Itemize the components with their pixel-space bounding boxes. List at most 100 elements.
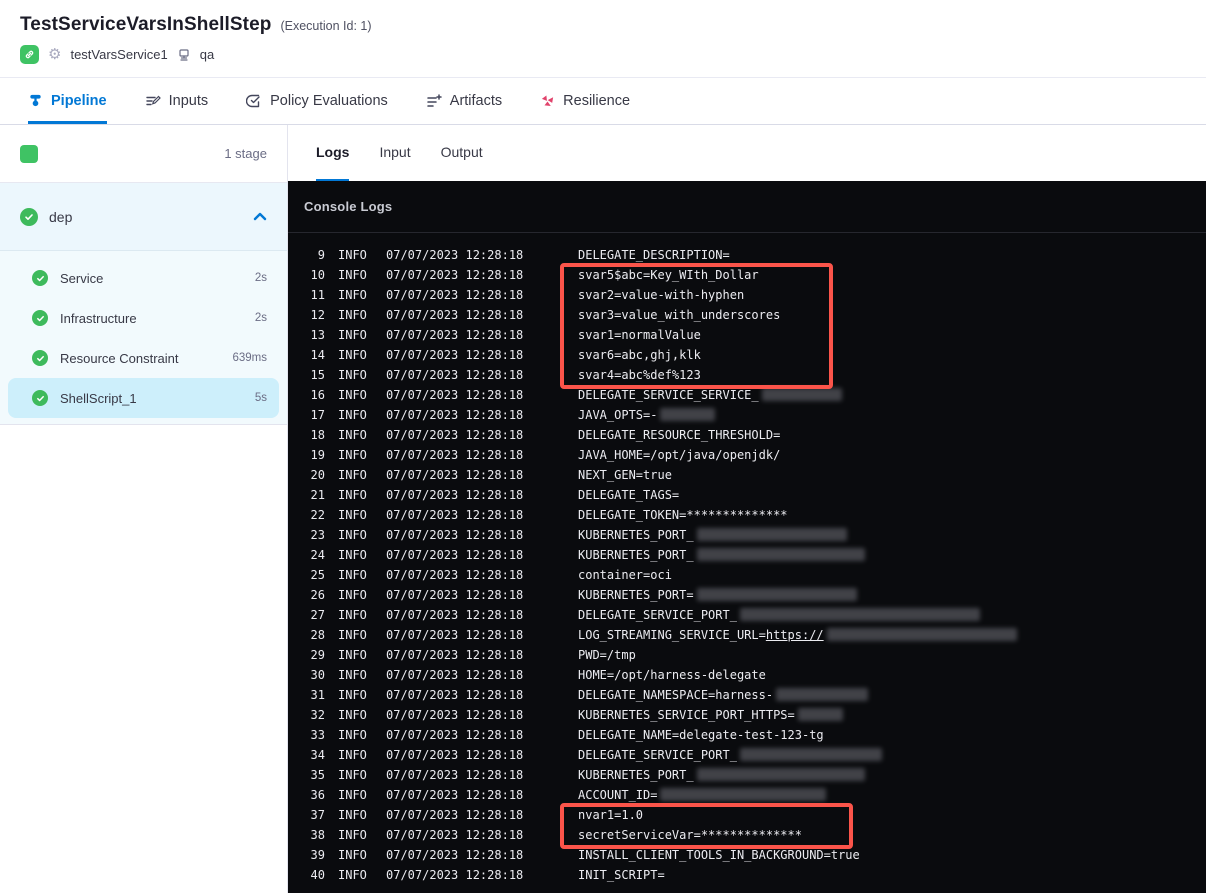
tab-output[interactable]: Output [441,125,483,181]
log-line-number: 23 [310,528,325,542]
log-line-number: 29 [310,648,325,662]
log-panel: Logs Input Output Console Logs 9 INFO 07/0… [288,125,1206,893]
tab-label: Inputs [168,92,209,109]
tab-input[interactable]: Input [379,125,410,181]
log-level: INFO [338,748,367,762]
log-message: DELEGATE_NAME=delegate-test-123-tg [578,728,824,742]
log-level: INFO [338,368,367,382]
log-line: 17 INFO 07/07/2023 12:28:18 JAVA_OPTS=- [300,405,1206,425]
log-timestamp: 07/07/2023 12:28:18 [386,448,524,462]
log-timestamp: 07/07/2023 12:28:18 [386,468,524,482]
log-level: INFO [338,408,367,422]
log-level: INFO [338,528,367,542]
log-message: svar1=normalValue [578,328,701,342]
log-level: INFO [338,868,367,882]
tab-resilience[interactable]: Resilience [540,78,630,124]
log-line: 18 INFO 07/07/2023 12:28:18 DELEGATE_RESOUR… [300,425,1206,445]
log-level: INFO [338,788,367,802]
log-level: INFO [338,428,367,442]
log-level: INFO [338,508,367,522]
log-line: 16 INFO 07/07/2023 12:28:18 DELEGATE_SERVIC… [300,385,1206,405]
log-line: 19 INFO 07/07/2023 12:28:18 JAVA_HOME=/opt/… [300,445,1206,465]
console-log-scroll-area[interactable]: 9 INFO 07/07/2023 12:28:18 DELEGATE_DESCRIP… [288,233,1206,885]
log-line-number: 34 [310,748,325,762]
step-item-service[interactable]: Service 2s [8,258,279,298]
console-header: Console Logs [288,181,1206,233]
log-line: 33 INFO 07/07/2023 12:28:18 DELEGATE_NAME=d… [300,725,1206,745]
log-line-number: 39 [310,848,325,862]
log-line: 32 INFO 07/07/2023 12:28:18 KUBERNETES_SERV… [300,705,1206,725]
execution-sidebar: 1 stage dep Service 2s Infrastructure 2s Res… [0,125,288,893]
log-line: 27 INFO 07/07/2023 12:28:18 DELEGATE_SERVIC… [300,605,1206,625]
main-tab-bar: Pipeline Inputs Policy Evaluations Artif… [0,78,1206,125]
log-level: INFO [338,688,367,702]
step-duration: 2s [254,272,267,284]
step-duration: 639ms [232,352,267,364]
tab-logs[interactable]: Logs [316,125,350,181]
log-timestamp: 07/07/2023 12:28:18 [386,308,524,322]
log-message: KUBERNETES_SERVICE_PORT_HTTPS= [578,705,843,725]
success-check-icon [32,310,48,326]
log-line: 9 INFO 07/07/2023 12:28:18 DELEGATE_DESCRIP… [300,245,1206,265]
stage-count: 1 stage [224,146,267,161]
stage-header: 1 stage [0,125,287,183]
redacted-value [696,588,857,601]
success-check-icon [32,390,48,406]
log-timestamp: 07/07/2023 12:28:18 [386,488,524,502]
tab-policy-evaluations[interactable]: Policy Evaluations [246,78,388,124]
log-timestamp: 07/07/2023 12:28:18 [386,728,524,742]
log-level: INFO [338,548,367,562]
log-level: INFO [338,248,367,262]
log-line: 22 INFO 07/07/2023 12:28:18 DELEGATE_TOKEN=… [300,505,1206,525]
log-line: 10 INFO 07/07/2023 12:28:18 svar5$abc=Key_W… [300,265,1206,285]
log-line-number: 9 [317,248,325,262]
log-timestamp: 07/07/2023 12:28:18 [386,288,524,302]
log-line: 11 INFO 07/07/2023 12:28:18 svar2=value-wit… [300,285,1206,305]
page-title: TestServiceVarsInShellStep [20,14,272,35]
log-timestamp: 07/07/2023 12:28:18 [386,548,524,562]
tab-pipeline[interactable]: Pipeline [28,78,107,124]
log-line-number: 32 [310,708,325,722]
log-line-number: 11 [310,288,325,302]
log-level: INFO [338,308,367,322]
log-line: 40 INFO 07/07/2023 12:28:18 INIT_SCRIPT= [300,865,1206,885]
stage-group-dep[interactable]: dep [0,183,287,251]
redacted-value [660,408,716,421]
redacted-value [739,608,980,621]
log-timestamp: 07/07/2023 12:28:18 [386,328,524,342]
log-message: svar3=value_with_underscores [578,308,781,322]
stage-group-label: dep [49,208,73,225]
log-timestamp: 07/07/2023 12:28:18 [386,828,524,842]
log-level: INFO [338,348,367,362]
chevron-up-icon[interactable] [253,208,267,226]
log-link[interactable]: https:// [766,628,824,642]
log-timestamp: 07/07/2023 12:28:18 [386,788,524,802]
log-line-number: 24 [310,548,325,562]
log-line: 28 INFO 07/07/2023 12:28:18 LOG_STREAMING_S… [300,625,1206,645]
log-message: nvar1=1.0 [578,808,644,822]
log-timestamp: 07/07/2023 12:28:18 [386,808,524,822]
step-label: ShellScript_1 [60,390,137,406]
redacted-value [797,708,843,721]
log-line: 34 INFO 07/07/2023 12:28:18 DELEGATE_SERVIC… [300,745,1206,765]
log-message: KUBERNETES_PORT_ [578,545,865,565]
tab-inputs[interactable]: Inputs [145,78,209,124]
step-item-shellscript_1[interactable]: ShellScript_1 5s [8,378,279,418]
step-item-infrastructure[interactable]: Infrastructure 2s [8,298,279,338]
redacted-value [761,388,842,401]
log-timestamp: 07/07/2023 12:28:18 [386,388,524,402]
step-item-resource constraint[interactable]: Resource Constraint 639ms [8,338,279,378]
page-header: TestServiceVarsInShellStep (Execution Id… [0,0,1206,78]
log-level: INFO [338,568,367,582]
log-line-number: 15 [310,368,325,382]
stage-status-square [20,144,38,163]
tab-artifacts[interactable]: Artifacts [426,78,502,124]
log-message: secretServiceVar=************** [578,828,802,842]
log-line: 21 INFO 07/07/2023 12:28:18 DELEGATE_TAGS= [300,485,1206,505]
log-timestamp: 07/07/2023 12:28:18 [386,608,524,622]
log-timestamp: 07/07/2023 12:28:18 [386,348,524,362]
log-message: svar2=value-with-hyphen [578,288,745,302]
log-timestamp: 07/07/2023 12:28:18 [386,668,524,682]
log-level: INFO [338,288,367,302]
log-message: KUBERNETES_PORT_ [578,525,847,545]
